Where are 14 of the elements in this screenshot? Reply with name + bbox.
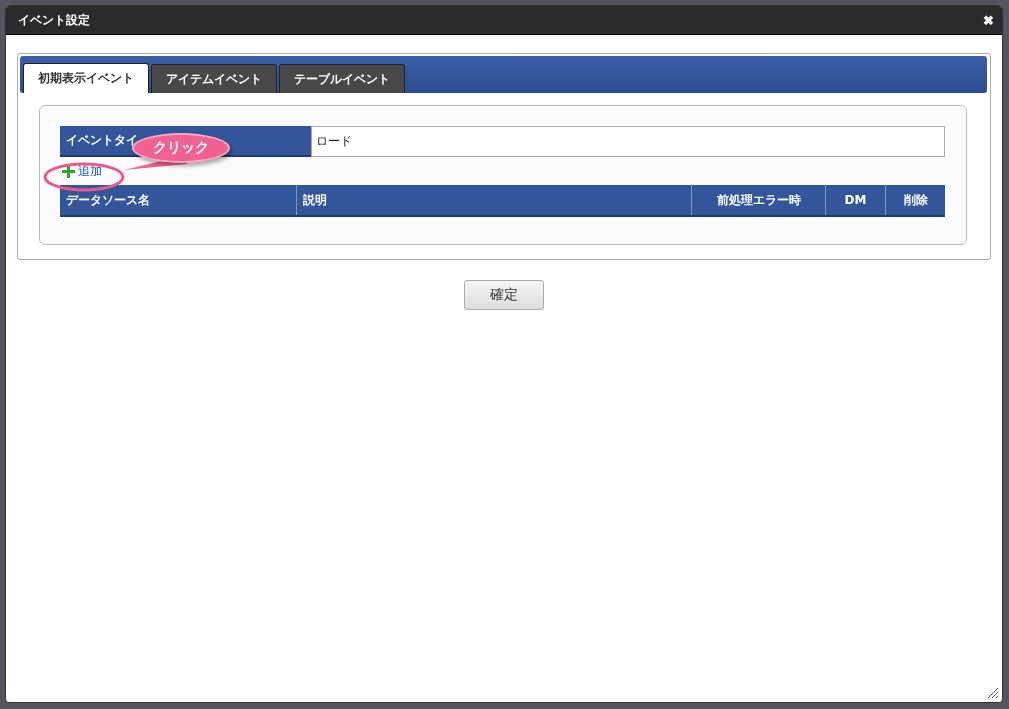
plus-icon (62, 164, 75, 178)
tab[interactable]: アイテムイベント (151, 64, 277, 93)
resize-grip-icon[interactable] (987, 687, 999, 699)
column-header: 前処理エラー時 (691, 185, 825, 215)
event-type-value: ロード (311, 126, 945, 157)
column-header: データソース名 (65, 191, 151, 209)
column-header: DM (825, 185, 885, 215)
window-title: イベント設定 (18, 11, 90, 29)
tab[interactable]: テーブルイベント (279, 64, 405, 93)
column-header: 説明 (296, 185, 691, 215)
confirm-button[interactable]: 確定 (464, 280, 544, 310)
column-header: 削除 (885, 185, 945, 215)
close-button[interactable]: ✖ (983, 12, 994, 28)
tab[interactable]: 初期表示イベント (23, 63, 149, 93)
